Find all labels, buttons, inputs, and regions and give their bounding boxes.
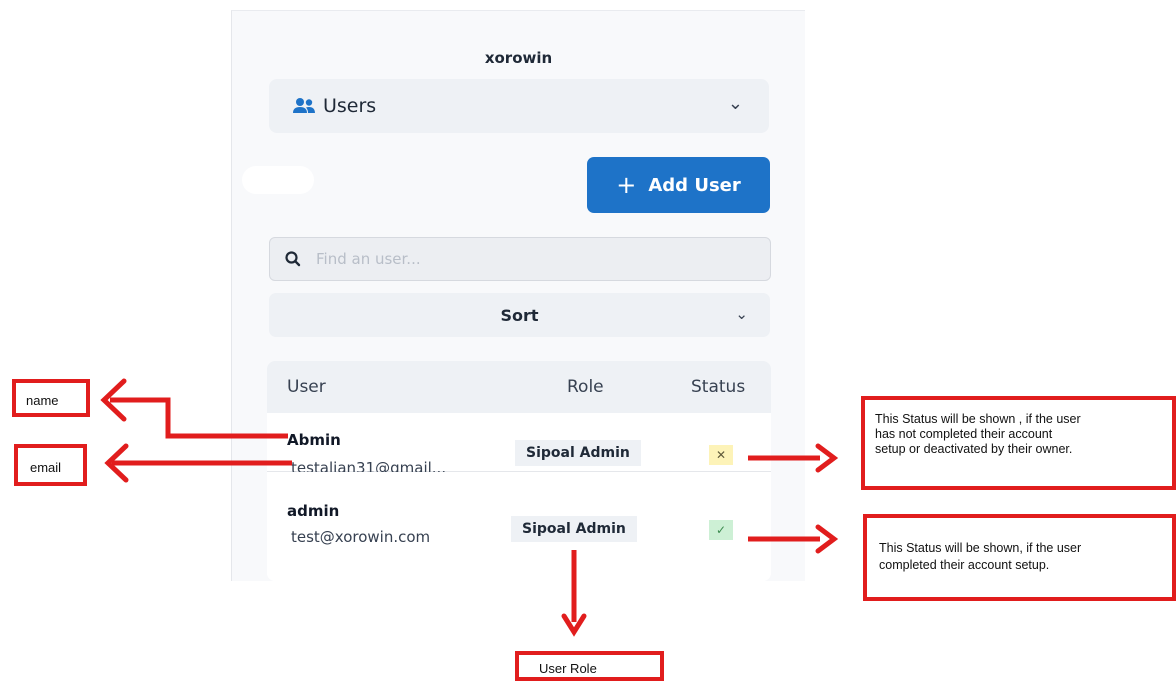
annotation-email: email: [14, 444, 87, 486]
annotation-name: name: [12, 379, 90, 417]
annotation-status-active: This Status will be shown, if the user c…: [863, 514, 1176, 601]
annotation-user-role: User Role: [515, 651, 664, 681]
annotation-status-pending: This Status will be shown , if the user …: [861, 396, 1176, 490]
